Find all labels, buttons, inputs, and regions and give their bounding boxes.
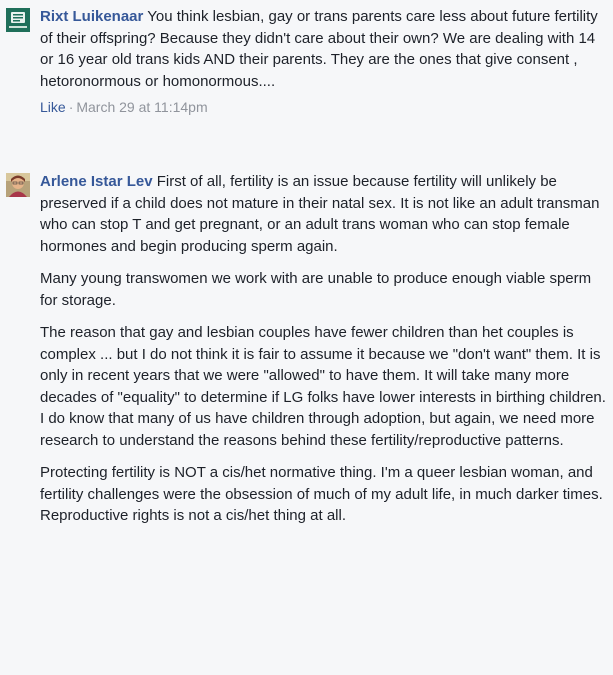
comment-paragraph: Many young transwomen we work with are u… bbox=[40, 270, 592, 309]
comment-meta: Like · March 29 at 11:14pm bbox=[40, 97, 606, 119]
author-name[interactable]: Rixt Luikenaar bbox=[40, 8, 143, 25]
comment-text: Rixt Luikenaar You think lesbian, gay or… bbox=[40, 6, 606, 92]
comment-paragraph: Protecting fertility is NOT a cis/het no… bbox=[40, 464, 603, 524]
comment-paragraph: The reason that gay and lesbian couples … bbox=[40, 324, 606, 449]
comment-body: Rixt Luikenaar You think lesbian, gay or… bbox=[40, 6, 606, 119]
comment-text: Arlene Istar Lev First of all, fertility… bbox=[40, 171, 606, 257]
like-link[interactable]: Like bbox=[40, 99, 66, 115]
avatar[interactable] bbox=[6, 8, 30, 32]
separator-dot: · bbox=[68, 99, 74, 115]
comment-body: Arlene Istar Lev First of all, fertility… bbox=[40, 171, 606, 538]
avatar[interactable] bbox=[6, 173, 30, 197]
author-name[interactable]: Arlene Istar Lev bbox=[40, 173, 153, 190]
person-photo-icon bbox=[6, 173, 30, 197]
timestamp[interactable]: March 29 at 11:14pm bbox=[76, 99, 207, 115]
book-logo-icon bbox=[6, 8, 30, 32]
